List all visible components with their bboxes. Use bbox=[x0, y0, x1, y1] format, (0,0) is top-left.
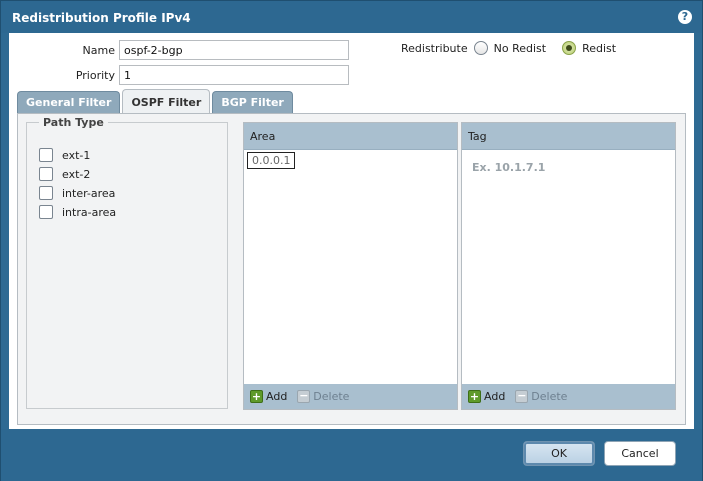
redistribute-radio-group: Redistribute No Redist Redist bbox=[401, 41, 632, 55]
tag-placeholder[interactable]: Ex. 10.1.7.1 bbox=[472, 161, 545, 174]
area-add-label: Add bbox=[266, 390, 288, 403]
tag-grid-toolbar: + Add − Delete bbox=[462, 384, 675, 409]
path-type-ext-2[interactable]: ext-2 bbox=[39, 167, 90, 181]
area-cell-editor[interactable]: 0.0.0.1 bbox=[247, 152, 296, 169]
area-delete-label: Delete bbox=[313, 390, 350, 403]
dialog-body: Name Priority Redistribute No Redist Red… bbox=[9, 33, 694, 429]
dialog-title: Redistribution Profile IPv4 bbox=[12, 11, 191, 25]
name-field[interactable] bbox=[119, 40, 349, 60]
path-type-intra-area[interactable]: intra-area bbox=[39, 205, 116, 219]
redist-label[interactable]: Redist bbox=[582, 42, 616, 55]
dialog-footer: OK Cancel bbox=[1, 429, 702, 481]
add-icon: + bbox=[468, 390, 481, 403]
tag-delete-button[interactable]: − Delete bbox=[515, 390, 567, 403]
tag-grid: Tag Ex. 10.1.7.1 + Add − Delete bbox=[461, 122, 676, 410]
tag-delete-label: Delete bbox=[531, 390, 568, 403]
redistribution-profile-dialog: Redistribution Profile IPv4 ? Name Prior… bbox=[0, 0, 703, 481]
name-label: Name bbox=[82, 44, 115, 57]
inter-area-checkbox[interactable] bbox=[39, 186, 53, 200]
inter-area-label: inter-area bbox=[62, 186, 116, 200]
filter-tabs: General Filter OSPF Filter BGP Filter bbox=[17, 89, 295, 115]
tab-ospf-filter[interactable]: OSPF Filter bbox=[122, 89, 211, 113]
dialog-titlebar: Redistribution Profile IPv4 ? bbox=[1, 1, 702, 33]
path-type-legend: Path Type bbox=[39, 116, 108, 129]
add-icon: + bbox=[250, 390, 263, 403]
ext-1-label: ext-1 bbox=[62, 148, 91, 162]
area-grid: Area 0.0.0.1 + Add − Delete bbox=[243, 122, 458, 410]
ok-button[interactable]: OK bbox=[523, 441, 595, 466]
intra-area-checkbox[interactable] bbox=[39, 205, 53, 219]
priority-label: Priority bbox=[75, 69, 115, 82]
ext-2-checkbox[interactable] bbox=[39, 167, 53, 181]
area-grid-toolbar: + Add − Delete bbox=[244, 384, 457, 409]
path-type-ext-1[interactable]: ext-1 bbox=[39, 148, 90, 162]
intra-area-label: intra-area bbox=[62, 205, 117, 219]
no-redist-label[interactable]: No Redist bbox=[494, 42, 546, 55]
area-delete-button[interactable]: − Delete bbox=[297, 390, 349, 403]
ext-2-label: ext-2 bbox=[62, 167, 91, 181]
no-redist-radio[interactable] bbox=[473, 41, 488, 55]
redist-radio[interactable] bbox=[562, 41, 577, 55]
ext-1-checkbox[interactable] bbox=[39, 148, 53, 162]
area-column-header[interactable]: Area bbox=[244, 123, 457, 150]
delete-icon: − bbox=[297, 389, 311, 403]
path-type-inter-area[interactable]: inter-area bbox=[39, 186, 115, 200]
delete-icon: − bbox=[515, 389, 529, 403]
tab-bgp-filter[interactable]: BGP Filter bbox=[212, 91, 293, 113]
cancel-button[interactable]: Cancel bbox=[604, 441, 676, 466]
redistribute-label: Redistribute bbox=[401, 41, 468, 55]
tag-add-label: Add bbox=[484, 390, 506, 403]
area-add-button[interactable]: + Add bbox=[250, 390, 287, 403]
tab-general-filter[interactable]: General Filter bbox=[17, 91, 121, 113]
path-type-group: Path Type ext-1 ext-2 inter-area intra-a… bbox=[26, 116, 228, 409]
tag-column-header[interactable]: Tag bbox=[462, 123, 675, 150]
tag-add-button[interactable]: + Add bbox=[468, 390, 505, 403]
priority-field[interactable] bbox=[119, 65, 349, 85]
help-icon[interactable]: ? bbox=[678, 10, 692, 24]
ospf-filter-panel: Path Type ext-1 ext-2 inter-area intra-a… bbox=[17, 113, 686, 425]
